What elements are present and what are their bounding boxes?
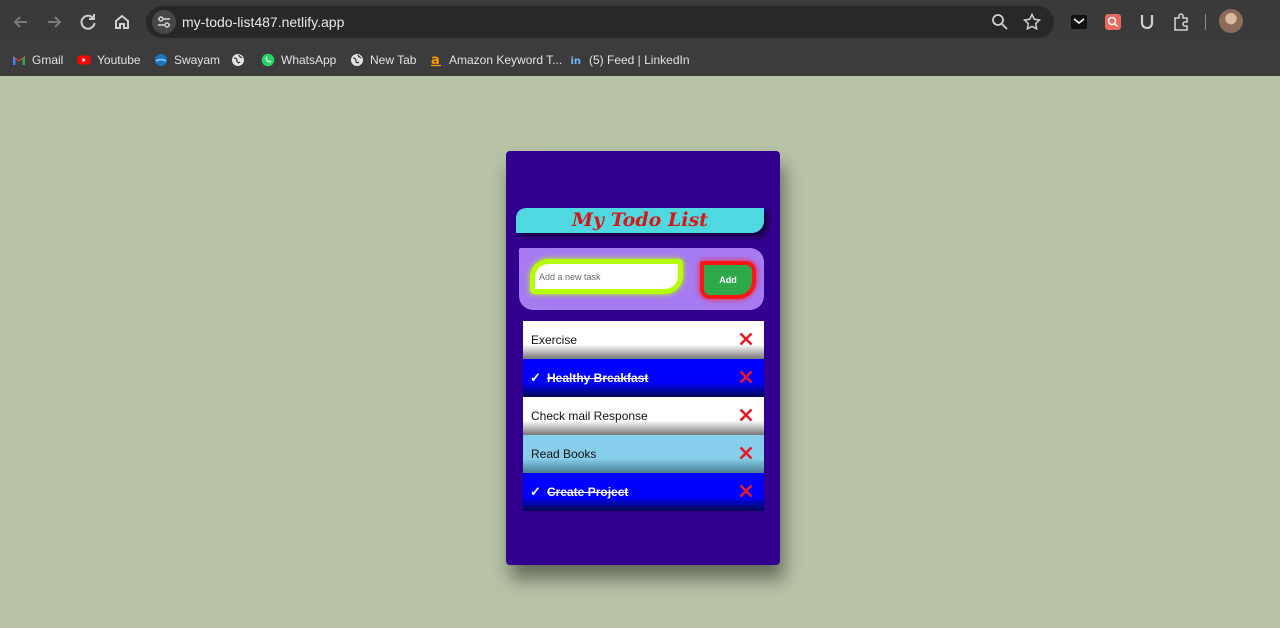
puzzle-icon xyxy=(1174,13,1188,31)
reload-button[interactable] xyxy=(75,9,101,35)
bookmark-globe[interactable] xyxy=(231,51,245,69)
star-icon xyxy=(1022,12,1042,31)
bookmark-whatsapp[interactable]: WhatsApp xyxy=(261,51,336,69)
toolbar-divider xyxy=(1205,14,1206,30)
bookmark-gmail[interactable]: Gmail xyxy=(12,51,63,69)
bookmarks-bar: Gmail Youtube Swayam WhatsApp New Tab a … xyxy=(0,42,1280,76)
linkedin-icon: in xyxy=(569,53,583,67)
globe-icon xyxy=(232,54,244,66)
task-item[interactable]: Check mail Response xyxy=(523,397,764,435)
amazon-icon: a xyxy=(431,53,441,67)
site-info-button[interactable] xyxy=(152,10,176,34)
swayam-icon xyxy=(155,54,167,66)
svg-text:in: in xyxy=(571,56,582,67)
bookmark-new-tab[interactable]: New Tab xyxy=(350,51,416,69)
task-text[interactable]: Exercise xyxy=(531,333,577,347)
extension-button-2[interactable] xyxy=(1103,12,1123,32)
app-title: My Todo List xyxy=(572,209,708,231)
browser-chrome: my-todo-list487.netlify.app Gmail Youtub… xyxy=(0,0,1280,76)
profile-avatar[interactable] xyxy=(1219,9,1243,33)
arrow-right-icon xyxy=(48,16,62,28)
check-icon: ✓ xyxy=(530,370,541,385)
address-bar[interactable]: my-todo-list487.netlify.app xyxy=(146,6,1054,38)
home-button[interactable] xyxy=(109,9,135,35)
bookmark-linkedin[interactable]: in (5) Feed | LinkedIn xyxy=(569,51,690,69)
task-text[interactable]: Healthy Breakfast xyxy=(547,371,648,385)
delete-icon[interactable] xyxy=(738,483,754,499)
delete-icon[interactable] xyxy=(738,331,754,347)
delete-icon[interactable] xyxy=(738,369,754,385)
globe-icon xyxy=(351,54,363,66)
magnifier-icon xyxy=(992,14,1008,30)
bookmark-youtube[interactable]: Youtube xyxy=(77,51,141,69)
bookmark-amazon-keyword[interactable]: a Amazon Keyword T... xyxy=(429,51,562,69)
bookmark-star-button[interactable] xyxy=(1022,12,1042,32)
extension-button-3[interactable] xyxy=(1137,12,1157,32)
home-icon xyxy=(115,14,129,29)
browser-toolbar: my-todo-list487.netlify.app xyxy=(0,0,1280,42)
delete-icon[interactable] xyxy=(738,407,754,423)
bookmark-swayam[interactable]: Swayam xyxy=(154,51,220,69)
task-list: Exercise ✓ Healthy Breakfast Check mail … xyxy=(523,321,764,511)
gmail-icon xyxy=(13,56,25,65)
back-button[interactable] xyxy=(8,9,34,35)
tune-icon xyxy=(158,16,170,28)
task-text[interactable]: Check mail Response xyxy=(531,409,648,423)
forward-button[interactable] xyxy=(41,9,67,35)
task-item[interactable]: Exercise xyxy=(523,321,764,359)
task-item[interactable]: Read Books xyxy=(523,435,764,473)
title-bar: My Todo List xyxy=(516,208,764,233)
check-icon: ✓ xyxy=(530,484,541,499)
reload-icon xyxy=(80,14,96,30)
whatsapp-icon xyxy=(261,53,275,67)
add-task-button[interactable]: Add xyxy=(700,261,756,299)
task-text[interactable]: Read Books xyxy=(531,447,596,461)
new-task-input[interactable] xyxy=(530,259,683,294)
search-extension-icon xyxy=(1105,14,1121,30)
u-extension-icon xyxy=(1140,15,1154,30)
delete-icon[interactable] xyxy=(738,445,754,461)
zoom-button[interactable] xyxy=(990,12,1010,32)
task-item-completed[interactable]: ✓ Healthy Breakfast xyxy=(523,359,764,397)
task-text[interactable]: Create Project xyxy=(547,485,628,499)
task-item-completed[interactable]: ✓ Create Project xyxy=(523,473,764,511)
extension-button-1[interactable] xyxy=(1069,12,1089,32)
input-panel: Add xyxy=(519,248,764,310)
extensions-menu-button[interactable] xyxy=(1171,12,1191,32)
url-text: my-todo-list487.netlify.app xyxy=(182,14,345,30)
todo-app-card: My Todo List Add Exercise ✓ Healthy Brea… xyxy=(506,151,780,565)
arrow-left-icon xyxy=(13,16,27,28)
mail-extension-icon xyxy=(1071,15,1087,29)
youtube-icon xyxy=(77,55,91,65)
